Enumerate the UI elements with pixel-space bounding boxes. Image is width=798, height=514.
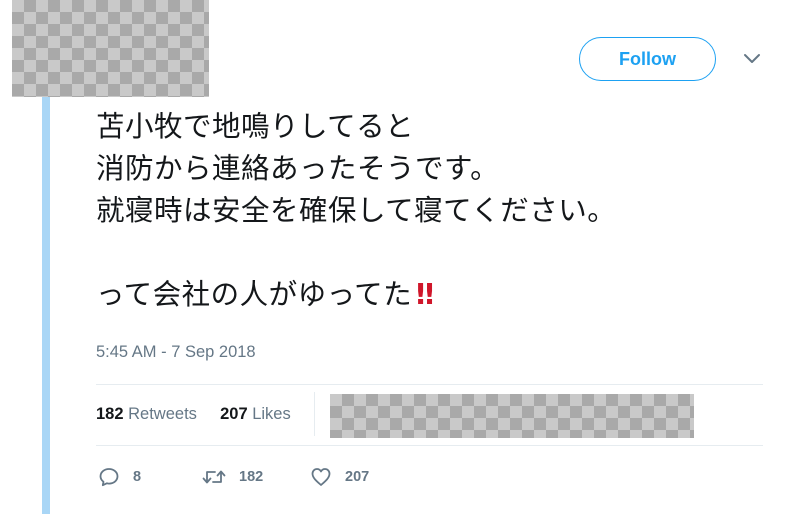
retweet-icon[interactable] [202,466,226,488]
redacted-user-info [12,0,209,97]
likes-label[interactable]: Likes [252,405,291,423]
retweets-label[interactable]: Retweets [128,405,197,423]
thread-line [42,97,50,514]
tweet-text-line: 消防から連絡あったそうです。 [96,152,500,185]
reply-action[interactable]: 8 [98,466,141,488]
reply-icon[interactable] [98,466,120,488]
stats-top-divider [96,384,763,385]
tweet-text-line: 苫小牧で地鳴りしてると [96,110,415,143]
tweet-text-line: 就寝時は安全を確保して寝てください。 [96,194,617,227]
stats-bottom-divider [96,445,763,446]
tweet-text-line: って会社の人がゆってた ‼ [96,274,776,316]
retweet-action[interactable]: 182 [202,466,263,488]
redacted-liker-avatars [330,394,694,438]
follow-button[interactable]: Follow [579,37,716,81]
tweet-text: 苫小牧で地鳴りしてると 消防から連絡あったそうです。 就寝時は安全を確保して寝て… [96,106,776,316]
retweet-count: 182 [239,469,264,485]
retweets-count[interactable]: 182 [96,405,124,423]
tweet-stats: 182 Retweets 207 Likes [96,405,291,424]
like-count: 207 [345,469,370,485]
like-action[interactable]: 207 [310,466,369,488]
double-exclamation-emoji: ‼ [416,278,434,311]
reply-count: 8 [133,469,142,485]
tweet-text-last-line: って会社の人がゆってた [96,278,413,311]
likes-count[interactable]: 207 [220,405,248,423]
heart-icon[interactable] [310,466,332,488]
stats-vertical-divider [314,392,315,436]
chevron-down-icon[interactable] [743,53,761,65]
tweet-timestamp[interactable]: 5:45 AM - 7 Sep 2018 [96,343,256,362]
